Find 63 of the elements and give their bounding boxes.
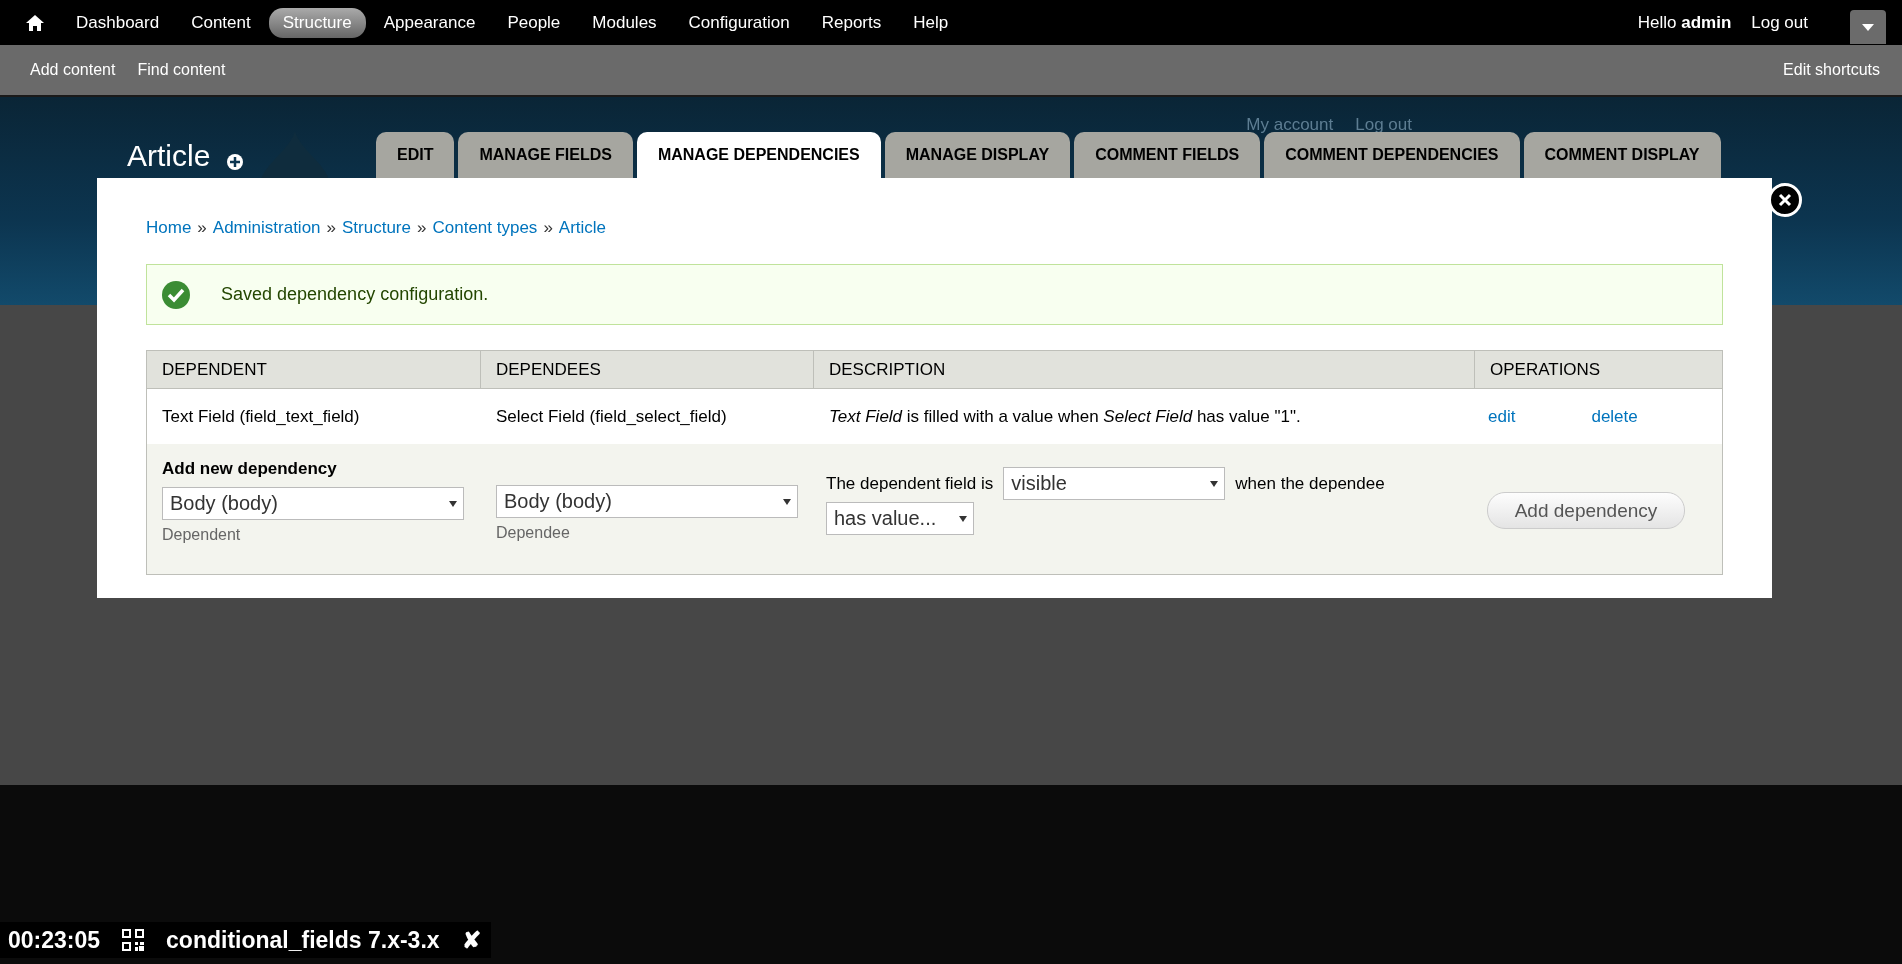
menu-item[interactable]: Modules — [578, 7, 671, 38]
edit-shortcuts-link[interactable]: Edit shortcuts — [1783, 61, 1880, 79]
secondary-link[interactable]: My account — [1246, 115, 1334, 135]
close-icon — [1778, 193, 1792, 207]
menu-item[interactable]: Configuration — [674, 7, 804, 38]
shortcut-link[interactable]: Add content — [30, 61, 116, 79]
menu-item[interactable]: Appearance — [369, 7, 490, 38]
tab[interactable]: EDIT — [376, 132, 455, 178]
breadcrumb-link[interactable]: Home — [146, 218, 192, 238]
menu-item[interactable]: People — [493, 7, 575, 38]
menu-item[interactable]: Structure — [268, 7, 366, 38]
column-header: DEPENDENT — [147, 351, 481, 389]
condition-text: The dependent field is — [826, 473, 994, 494]
timer-text: 00:23:05 — [8, 926, 101, 954]
column-header: DEPENDEES — [481, 351, 814, 389]
separator-text: » — [543, 218, 553, 238]
home-icon[interactable] — [26, 14, 44, 31]
toggle-button[interactable] — [1850, 10, 1886, 44]
greeting-text: Hello admin — [1637, 12, 1732, 33]
select-field[interactable]: visible — [1003, 467, 1226, 500]
column-header: DESCRIPTION — [814, 351, 1475, 389]
menu-item[interactable]: Content — [177, 7, 265, 38]
breadcrumb-link[interactable]: Structure — [342, 218, 411, 238]
qr-code-icon[interactable] — [122, 929, 145, 951]
tab[interactable]: MANAGE DEPENDENCIES — [636, 132, 881, 178]
tab[interactable]: COMMENT DISPLAY — [1523, 132, 1721, 178]
operation-link[interactable]: delete — [1591, 406, 1638, 427]
select-field[interactable]: Body (body) — [162, 487, 464, 520]
menu-item[interactable]: Reports — [807, 7, 896, 38]
caret-icon — [1862, 23, 1874, 31]
column-header: OPERATIONS — [1475, 351, 1722, 389]
tab[interactable]: MANAGE DISPLAY — [884, 132, 1071, 178]
separator-text: » — [417, 218, 427, 238]
check-icon — [161, 279, 191, 310]
breadcrumb-link[interactable]: Content types — [432, 218, 538, 238]
project-title: conditional_fields 7.x-3.x — [166, 926, 440, 954]
tab[interactable]: COMMENT FIELDS — [1074, 132, 1261, 178]
tab[interactable]: MANAGE FIELDS — [458, 132, 633, 178]
form-title: Add new dependency — [162, 459, 338, 479]
shortcut-link[interactable]: Find content — [137, 61, 226, 79]
caret-icon — [449, 500, 457, 507]
separator-text: » — [197, 218, 207, 238]
breadcrumb-link[interactable]: Article — [558, 218, 607, 238]
caret-icon — [783, 498, 791, 505]
menu-item[interactable]: Dashboard — [62, 7, 174, 38]
condition-text: when the dependee — [1235, 473, 1385, 494]
caret-icon — [1210, 480, 1219, 487]
caret-icon — [959, 515, 967, 522]
field-description: Dependent — [162, 526, 242, 544]
select-field[interactable]: Body (body) — [496, 485, 798, 518]
separator-text: » — [326, 218, 336, 238]
operation-link[interactable]: edit — [1488, 406, 1516, 427]
select-field[interactable]: has value... — [826, 502, 974, 535]
field-description: Dependee — [496, 524, 571, 542]
breadcrumb-link[interactable]: Administration — [212, 218, 321, 238]
tab[interactable]: COMMENT DEPENDENCIES — [1264, 132, 1520, 178]
message-text: Saved dependency configuration. — [221, 284, 489, 305]
page-title: Article — [127, 139, 211, 173]
add-icon[interactable] — [226, 153, 245, 171]
logout-link[interactable]: Log out — [1751, 12, 1808, 33]
close-button[interactable]: ✘ — [461, 926, 481, 954]
menu-item[interactable]: Help — [899, 7, 963, 38]
add-dependency-button[interactable]: Add dependency — [1487, 492, 1685, 529]
